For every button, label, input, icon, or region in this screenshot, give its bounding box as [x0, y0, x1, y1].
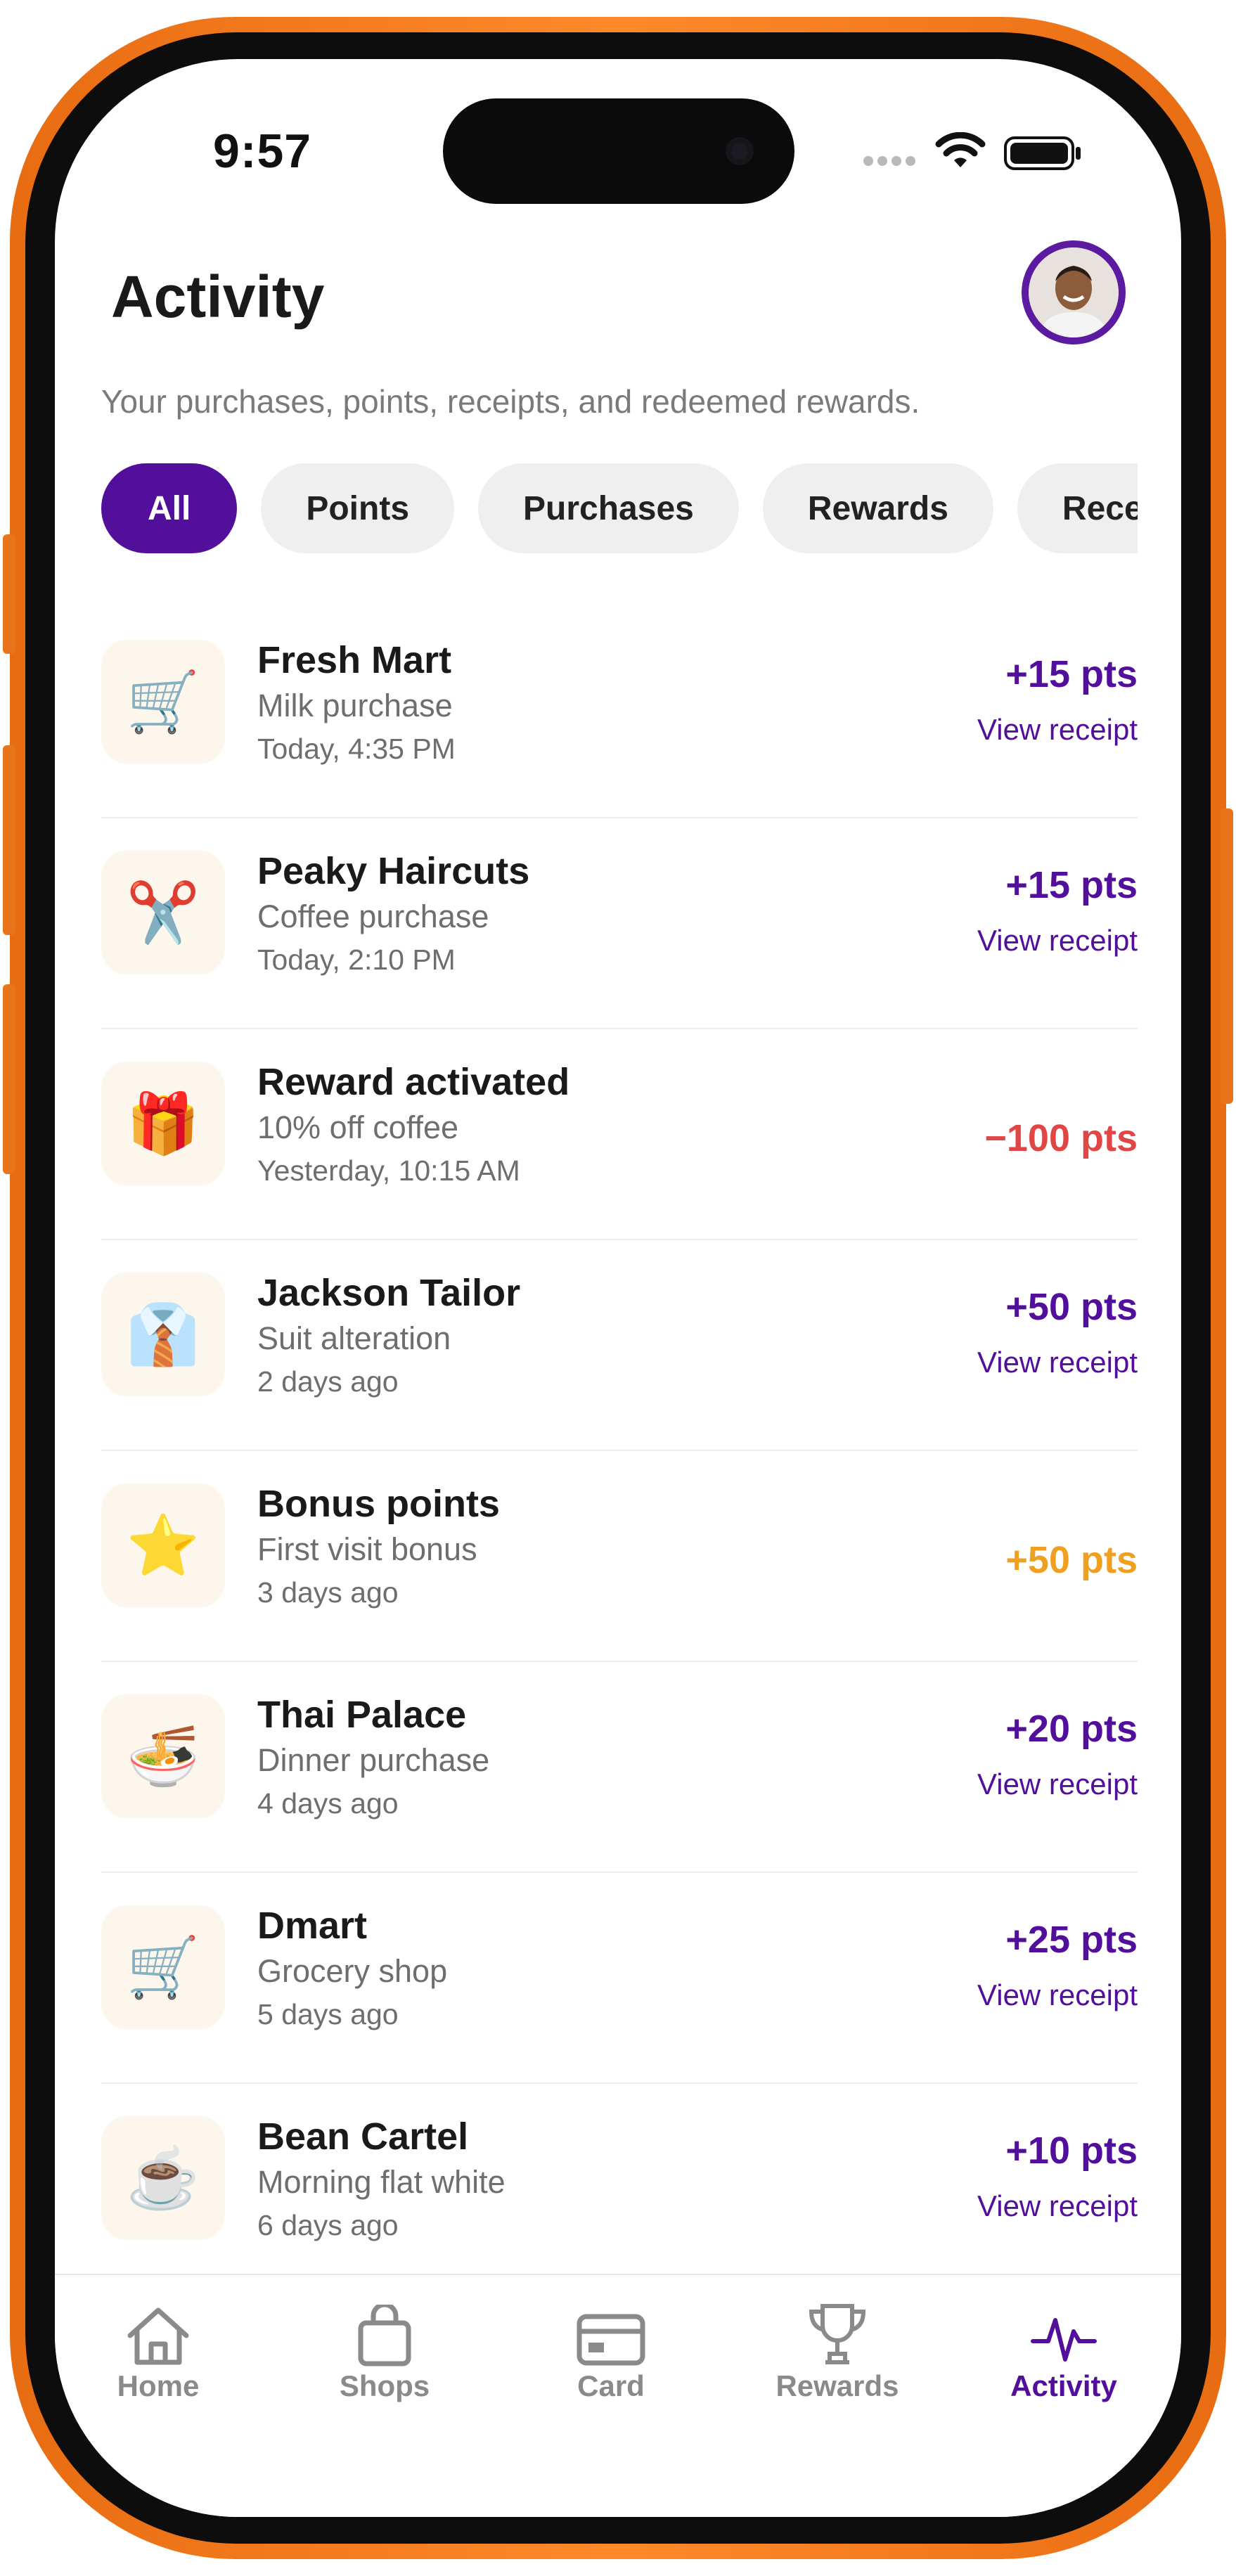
tab-label: Rewards	[775, 2369, 899, 2402]
activity-row[interactable]: ☕ Bean Cartel Morning flat white 6 days …	[101, 2084, 1138, 2295]
action-button	[3, 534, 15, 654]
trophy-icon	[809, 2304, 866, 2364]
activity-row[interactable]: 🍜 Thai Palace Dinner purchase 4 days ago…	[101, 1662, 1138, 1873]
activity-subtitle: Suit alteration	[257, 1320, 451, 1356]
view-receipt-link[interactable]: View receipt	[977, 713, 1138, 747]
power-button	[1221, 809, 1233, 1104]
tab-home[interactable]: Home	[67, 2296, 250, 2403]
activity-time: Today, 2:10 PM	[257, 944, 456, 976]
tab-rewards[interactable]: Rewards	[746, 2296, 929, 2403]
activity-title: Fresh Mart	[257, 639, 452, 681]
home-icon	[127, 2307, 189, 2365]
activity-points: +15 pts	[1005, 864, 1138, 906]
activity-row[interactable]: ✂️ Peaky Haircuts Coffee purchase Today,…	[101, 818, 1138, 1029]
scissors-icon: ✂️	[101, 851, 225, 974]
activity-points: +15 pts	[1005, 653, 1138, 695]
status-bar: 9:57	[55, 59, 1181, 204]
activity-row[interactable]: 🛒 Fresh Mart Milk purchase Today, 4:35 P…	[101, 607, 1138, 818]
filter-chip-receipts[interactable]: Receipts	[1017, 463, 1138, 553]
view-receipt-link[interactable]: View receipt	[977, 1978, 1138, 2012]
activity-points: +50 pts	[1005, 1539, 1138, 1581]
activity-subtitle: 10% off coffee	[257, 1109, 459, 1145]
activity-time: Yesterday, 10:15 AM	[257, 1154, 520, 1187]
activity-points: +50 pts	[1005, 1286, 1138, 1328]
activity-title: Bean Cartel	[257, 2115, 469, 2158]
activity-time: Today, 4:35 PM	[257, 733, 456, 765]
activity-subtitle: Milk purchase	[257, 688, 453, 723]
activity-subtitle: Grocery shop	[257, 1953, 448, 1989]
tab-bar: Home Shops Card Rewards Activity	[55, 2274, 1181, 2517]
activity-icon	[1031, 2318, 1097, 2362]
filter-chips: All Points Purchases Rewards Receipts	[101, 463, 1138, 555]
view-receipt-link[interactable]: View receipt	[977, 2189, 1138, 2223]
activity-time: 6 days ago	[257, 2209, 399, 2241]
tab-card[interactable]: Card	[520, 2296, 702, 2403]
tab-label: Activity	[1010, 2369, 1117, 2402]
volume-down-button	[3, 984, 15, 1174]
activity-time: 2 days ago	[257, 1365, 399, 1398]
activity-points: +10 pts	[1005, 2130, 1138, 2172]
page-subtitle: Your purchases, points, receipts, and re…	[101, 383, 920, 420]
activity-row[interactable]: 🎁 Reward activated 10% off coffee Yester…	[101, 1029, 1138, 1240]
activity-points: +25 pts	[1005, 1919, 1138, 1961]
activity-title: Jackson Tailor	[257, 1272, 521, 1314]
star-icon: ⭐	[101, 1483, 225, 1607]
avatar[interactable]	[1022, 240, 1126, 344]
activity-row[interactable]: 👔 Jackson Tailor Suit alteration 2 days …	[101, 1240, 1138, 1451]
filter-chip-points[interactable]: Points	[261, 463, 455, 553]
shopping-bag-icon	[358, 2305, 411, 2366]
dynamic-island	[443, 98, 794, 204]
tab-activity[interactable]: Activity	[972, 2296, 1155, 2403]
cellular-signal-icon	[863, 156, 915, 166]
view-receipt-link[interactable]: View receipt	[977, 1767, 1138, 1801]
shopping-cart-icon: 🛒	[101, 1905, 225, 2029]
activity-points: −100 pts	[984, 1117, 1138, 1159]
view-receipt-link[interactable]: View receipt	[977, 924, 1138, 958]
activity-title: Peaky Haircuts	[257, 850, 530, 892]
filter-chip-rewards[interactable]: Rewards	[762, 463, 993, 553]
activity-title: Reward activated	[257, 1061, 570, 1103]
activity-time: 5 days ago	[257, 1998, 399, 2030]
volume-up-button	[3, 745, 15, 935]
activity-points: +20 pts	[1005, 1708, 1138, 1750]
activity-time: 3 days ago	[257, 1576, 399, 1609]
activity-subtitle: Coffee purchase	[257, 899, 489, 934]
shirt-tie-icon: 👔	[101, 1273, 225, 1396]
page-title: Activity	[111, 264, 325, 330]
card-icon	[577, 2314, 645, 2366]
battery-icon	[1004, 136, 1081, 170]
gift-icon: 🎁	[101, 1062, 225, 1185]
tab-label: Home	[117, 2369, 200, 2402]
view-receipt-link[interactable]: View receipt	[977, 1346, 1138, 1379]
activity-subtitle: Dinner purchase	[257, 1742, 490, 1778]
activity-row[interactable]: ⭐ Bonus points First visit bonus 3 days …	[101, 1451, 1138, 1662]
coffee-cup-icon: ☕	[101, 2116, 225, 2240]
filter-chip-purchases[interactable]: Purchases	[478, 463, 739, 553]
status-time: 9:57	[213, 124, 312, 178]
activity-title: Thai Palace	[257, 1694, 467, 1736]
shopping-cart-icon: 🛒	[101, 640, 225, 764]
activity-row[interactable]: 🛒 Dmart Grocery shop 5 days ago +25 pts …	[101, 1873, 1138, 2084]
activity-time: 4 days ago	[257, 1787, 399, 1820]
wifi-icon	[935, 132, 986, 167]
activity-subtitle: Morning flat white	[257, 2164, 506, 2200]
filter-chip-all[interactable]: All	[101, 463, 238, 553]
activity-subtitle: First visit bonus	[257, 1531, 477, 1567]
app-screen: 9:57 Activity Your purchases, points, re…	[55, 59, 1181, 2517]
camera-icon	[726, 137, 754, 165]
activity-title: Dmart	[257, 1905, 368, 1947]
tab-shops[interactable]: Shops	[293, 2296, 476, 2403]
noodle-bowl-icon: 🍜	[101, 1694, 225, 1818]
tab-label: Shops	[339, 2369, 430, 2402]
activity-list: 🛒 Fresh Mart Milk purchase Today, 4:35 P…	[101, 607, 1138, 2295]
tab-label: Card	[577, 2369, 645, 2402]
activity-title: Bonus points	[257, 1483, 500, 1525]
